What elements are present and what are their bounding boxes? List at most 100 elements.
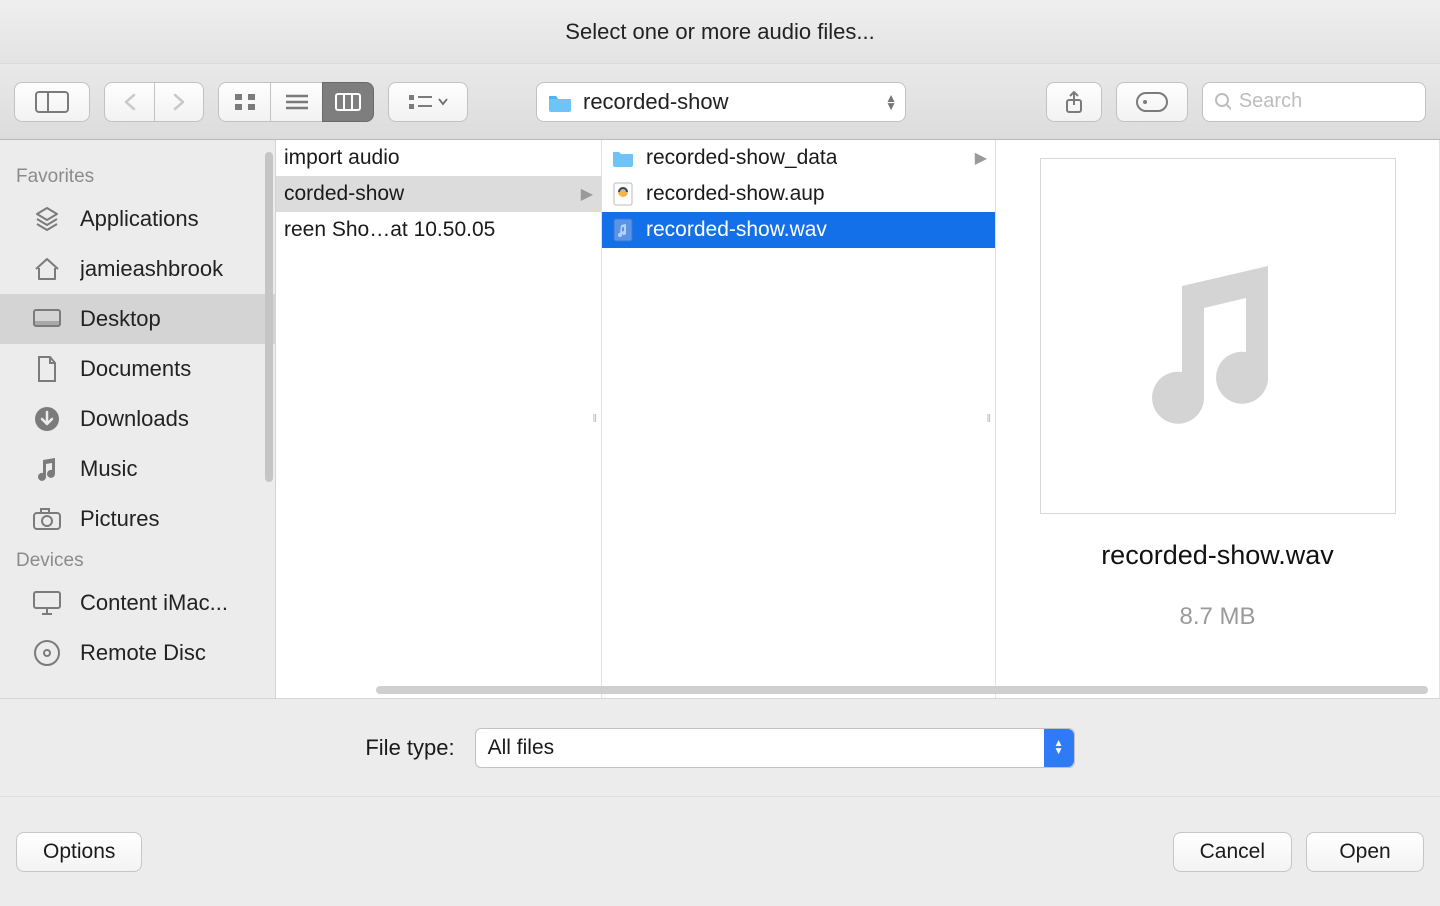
cancel-button[interactable]: Cancel bbox=[1173, 832, 1292, 872]
sidebar-item-label: Pictures bbox=[80, 506, 159, 532]
sidebar-item-jamieashbrook[interactable]: jamieashbrook bbox=[0, 244, 275, 294]
sidebar-item-applications[interactable]: Applications bbox=[0, 194, 275, 244]
grid-icon bbox=[234, 93, 256, 111]
file-row-label: recorded-show.aup bbox=[646, 182, 825, 206]
window-title-text: Select one or more audio files... bbox=[565, 19, 874, 45]
updown-icon: ▲▼ bbox=[1044, 729, 1074, 767]
sidebar-item-remote-disc[interactable]: Remote Disc bbox=[0, 628, 275, 678]
folder-icon bbox=[610, 147, 636, 169]
preview-filename: recorded-show.wav bbox=[1101, 540, 1334, 571]
sidebar-item-documents[interactable]: Documents bbox=[0, 344, 275, 394]
options-button[interactable]: Options bbox=[16, 832, 142, 872]
back-button[interactable] bbox=[104, 82, 154, 122]
sidebar-item-label: Documents bbox=[80, 356, 191, 382]
music-note-icon bbox=[1118, 236, 1318, 436]
file-row-label: corded-show bbox=[284, 182, 404, 206]
window-title: Select one or more audio files... bbox=[0, 0, 1440, 64]
browser-body: Favorites Applications jamieashbrook Deskto… bbox=[0, 140, 1440, 698]
document-icon bbox=[30, 355, 64, 383]
options-button-label: Options bbox=[43, 840, 115, 864]
music-icon bbox=[30, 455, 64, 483]
file-row-label: reen Sho…at 10.50.05 bbox=[284, 218, 495, 242]
file-row[interactable]: recorded-show.wav bbox=[602, 212, 995, 248]
sidebar-heading: Devices bbox=[0, 544, 275, 578]
sidebar-icon bbox=[35, 91, 69, 113]
preview-column: recorded-show.wav 8.7 MB bbox=[996, 140, 1440, 698]
open-button[interactable]: Open bbox=[1306, 832, 1424, 872]
sidebar: Favorites Applications jamieashbrook Deskto… bbox=[0, 140, 276, 698]
chevron-right-icon bbox=[172, 93, 186, 111]
location-name: recorded-show bbox=[583, 89, 729, 115]
applications-icon bbox=[30, 205, 64, 233]
home-icon bbox=[30, 255, 64, 283]
sidebar-item-content-imac-[interactable]: Content iMac... bbox=[0, 578, 275, 628]
list-icon bbox=[285, 93, 309, 111]
file-row[interactable]: import audio bbox=[276, 140, 601, 176]
column-resize-handle[interactable]: ‖ bbox=[592, 413, 600, 425]
tag-icon bbox=[1136, 92, 1168, 112]
search-icon bbox=[1215, 93, 1231, 111]
sidebar-item-label: Applications bbox=[80, 206, 199, 232]
forward-button[interactable] bbox=[154, 82, 204, 122]
chevron-left-icon bbox=[123, 93, 137, 111]
horizontal-scrollbar[interactable] bbox=[376, 684, 1428, 696]
camera-icon bbox=[30, 505, 64, 533]
column-2[interactable]: recorded-show_data▶ recorded-show.aup reco… bbox=[602, 140, 996, 698]
file-row[interactable]: recorded-show.aup bbox=[602, 176, 995, 212]
arrange-button[interactable] bbox=[388, 82, 468, 122]
folder-icon bbox=[547, 91, 573, 113]
nav-group bbox=[104, 82, 204, 122]
sidebar-item-label: Music bbox=[80, 456, 137, 482]
sidebar-item-music[interactable]: Music bbox=[0, 444, 275, 494]
search-field[interactable] bbox=[1202, 82, 1426, 122]
file-row-label: recorded-show_data bbox=[646, 146, 837, 170]
preview-thumbnail bbox=[1040, 158, 1396, 514]
sidebar-heading: Favorites bbox=[0, 160, 275, 194]
sidebar-item-label: Desktop bbox=[80, 306, 161, 332]
filetype-row: File type: All files ▲▼ bbox=[0, 698, 1440, 796]
chevron-down-icon bbox=[438, 98, 448, 106]
column-1[interactable]: import audio corded-show ▶ reen Sho…at 10.5… bbox=[276, 140, 602, 698]
sidebar-scrollbar[interactable] bbox=[263, 140, 275, 500]
desktop-icon bbox=[30, 305, 64, 333]
sidebar-item-downloads[interactable]: Downloads bbox=[0, 394, 275, 444]
sidebar-item-label: jamieashbrook bbox=[80, 256, 223, 282]
sidebar-item-label: Content iMac... bbox=[80, 590, 228, 616]
updown-icon: ▲▼ bbox=[885, 94, 897, 110]
share-icon bbox=[1064, 91, 1084, 113]
chevron-right-icon: ▶ bbox=[581, 184, 593, 204]
toggle-sidebar-button[interactable] bbox=[14, 82, 90, 122]
column-resize-handle[interactable]: ‖ bbox=[986, 413, 994, 425]
audacity-icon bbox=[610, 183, 636, 205]
column-view-button[interactable] bbox=[322, 82, 374, 122]
file-row[interactable]: corded-show ▶ bbox=[276, 176, 601, 212]
sidebar-item-desktop[interactable]: Desktop bbox=[0, 294, 275, 344]
filetype-value: All files bbox=[488, 736, 555, 760]
location-dropdown[interactable]: recorded-show ▲▼ bbox=[536, 82, 906, 122]
sidebar-item-label: Downloads bbox=[80, 406, 189, 432]
columns-icon bbox=[335, 93, 361, 111]
file-row-label: import audio bbox=[284, 146, 400, 170]
audio-icon bbox=[610, 219, 636, 241]
share-button[interactable] bbox=[1046, 82, 1102, 122]
column-browser: import audio corded-show ▶ reen Sho…at 10.5… bbox=[276, 140, 1440, 698]
icon-view-button[interactable] bbox=[218, 82, 270, 122]
list-view-button[interactable] bbox=[270, 82, 322, 122]
sidebar-item-label: Remote Disc bbox=[80, 640, 206, 666]
filetype-select[interactable]: All files ▲▼ bbox=[475, 728, 1075, 768]
tags-button[interactable] bbox=[1116, 82, 1188, 122]
file-row[interactable]: reen Sho…at 10.50.05 bbox=[276, 212, 601, 248]
imac-icon bbox=[30, 589, 64, 617]
toolbar: recorded-show ▲▼ bbox=[0, 64, 1440, 140]
file-row-label: recorded-show.wav bbox=[646, 218, 827, 242]
arrange-icon bbox=[408, 94, 434, 110]
search-input[interactable] bbox=[1239, 90, 1413, 113]
sidebar-item-pictures[interactable]: Pictures bbox=[0, 494, 275, 544]
download-icon bbox=[30, 405, 64, 433]
filetype-label: File type: bbox=[365, 735, 454, 761]
preview-filesize: 8.7 MB bbox=[1179, 603, 1255, 631]
dialog-footer: Options Cancel Open bbox=[0, 796, 1440, 906]
cancel-button-label: Cancel bbox=[1200, 840, 1265, 864]
disc-icon bbox=[30, 639, 64, 667]
file-row[interactable]: recorded-show_data▶ bbox=[602, 140, 995, 176]
